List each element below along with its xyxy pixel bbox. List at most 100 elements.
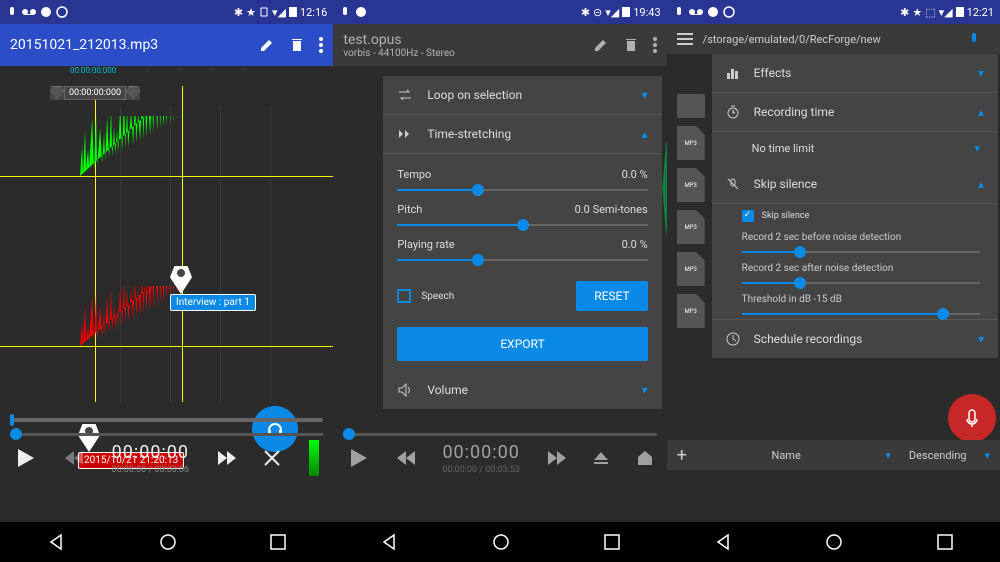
waveform-left-channel[interactable]	[0, 116, 333, 236]
mp3-file[interactable]: MP3	[677, 168, 705, 202]
status-bar: ✱⊝▾◢19:43	[333, 0, 666, 24]
app-bar: test.opus vorbis - 44100Hz - Stereo	[333, 24, 666, 66]
status-bar: ✱★ ▾◢ 12:16	[0, 0, 333, 24]
effects-panel: Loop on selection▾ Time-stretching▴ Temp…	[383, 76, 661, 409]
settings-panel: Effects▾ Recording time▴ No time limit▾ …	[712, 54, 998, 358]
tempo-slider[interactable]	[397, 189, 647, 191]
sort-name[interactable]: Name	[705, 449, 868, 462]
clock: 19:43	[633, 6, 660, 19]
delete-button[interactable]	[623, 37, 639, 53]
play-button[interactable]	[14, 447, 36, 469]
playrate-value: 0.0 %	[622, 238, 648, 251]
hamburger-icon[interactable]	[677, 33, 693, 45]
after-noise-label: Record 2 sec after noise detection	[742, 263, 980, 274]
eject-button[interactable]	[593, 451, 609, 465]
file-sidebar: MP3 MP3 MP3 MP3 MP3	[667, 86, 715, 336]
playrate-label: Playing rate	[397, 238, 454, 251]
android-icon	[40, 6, 52, 18]
file-info: vorbis - 44100Hz - Stereo	[343, 48, 578, 59]
home-button[interactable]	[492, 533, 510, 551]
playback-controls: 00:00:00 00:00:00 / 00:00:06	[0, 434, 333, 482]
volume-row[interactable]: Volume▾	[383, 371, 661, 409]
stretch-row[interactable]: Time-stretching▴	[383, 115, 661, 154]
loop-row[interactable]: Loop on selection▾	[383, 76, 661, 115]
reset-button[interactable]: RESET	[576, 281, 647, 311]
skip-silence-row[interactable]: Skip silence▴	[712, 165, 998, 204]
edit-button[interactable]	[259, 37, 275, 53]
mic-icon	[673, 6, 685, 18]
back-button[interactable]	[47, 533, 65, 551]
recents-button[interactable]	[937, 534, 953, 550]
menu-button[interactable]	[653, 37, 657, 53]
circle-icon	[723, 6, 735, 18]
recents-button[interactable]	[604, 534, 620, 550]
rewind-button[interactable]	[65, 451, 83, 465]
back-button[interactable]	[380, 533, 398, 551]
tempo-label: Tempo	[397, 168, 431, 181]
battery-icon	[622, 7, 630, 17]
export-button[interactable]: EXPORT	[397, 327, 647, 361]
start-marker[interactable]: 00:00:00:000	[50, 86, 140, 100]
close-button[interactable]	[264, 450, 280, 466]
sort-bar: + Name▾ Descending▾	[667, 440, 1000, 470]
speech-checkbox[interactable]	[397, 289, 411, 303]
path-bar: /storage/emulated/0/RecForge/new	[667, 24, 1000, 54]
time-range: 00:00:00 / 00:03:53	[442, 465, 520, 475]
schedule-row[interactable]: Schedule recordings▾	[712, 319, 998, 358]
mp3-file[interactable]: MP3	[677, 210, 705, 244]
playback-controls: 00:00:00 00:00:00 / 00:03:53	[333, 434, 666, 482]
play-button[interactable]	[347, 447, 369, 469]
nav-bar	[667, 522, 1000, 562]
vibrate-icon	[259, 7, 269, 17]
back-button[interactable]	[714, 533, 732, 551]
clock: 12:16	[300, 6, 327, 19]
overview-scrollbar[interactable]	[10, 418, 323, 422]
sort-order[interactable]: Descending	[909, 449, 967, 462]
before-noise-label: Record 2 sec before noise detection	[742, 232, 980, 243]
folder-icon[interactable]	[677, 94, 705, 118]
nav-bar	[333, 522, 666, 562]
home-button[interactable]	[159, 533, 177, 551]
add-button[interactable]: +	[677, 445, 687, 466]
recents-button[interactable]	[270, 534, 286, 550]
waveform-right-channel[interactable]	[0, 286, 333, 406]
mic-button[interactable]	[968, 32, 980, 46]
storage-path: /storage/emulated/0/RecForge/new	[703, 33, 968, 46]
mic-icon	[6, 6, 18, 18]
threshold-slider[interactable]	[742, 313, 980, 315]
mp3-file[interactable]: MP3	[677, 126, 705, 160]
forward-button[interactable]	[218, 451, 236, 465]
file-title: 20151021_212013.mp3	[10, 37, 245, 53]
edit-button[interactable]	[593, 37, 609, 53]
circle-icon	[56, 6, 68, 18]
voicemail-icon	[22, 6, 36, 18]
pitch-slider[interactable]	[397, 224, 647, 226]
time-limit-select[interactable]: No time limit▾	[712, 132, 998, 165]
time-range: 00:00:00 / 00:00:06	[112, 465, 190, 475]
elapsed-time: 00:00:00	[442, 442, 520, 463]
pitch-value: 0.0 Semi-tones	[575, 203, 648, 216]
pitch-label: Pitch	[397, 203, 422, 216]
before-noise-slider[interactable]	[742, 251, 980, 253]
app-bar: 20151021_212013.mp3	[0, 24, 333, 66]
skip-silence-checkbox[interactable]: ✓	[742, 210, 754, 222]
forward-button[interactable]	[548, 451, 566, 465]
after-noise-slider[interactable]	[742, 282, 980, 284]
skip-silence-label: Skip silence	[762, 211, 810, 221]
voicemail-icon	[689, 6, 703, 18]
home-button[interactable]	[637, 450, 653, 466]
home-button[interactable]	[825, 533, 843, 551]
marker-interview[interactable]: Interview : part 1	[170, 266, 256, 311]
mic-icon	[339, 6, 351, 18]
clock: 12:21	[967, 6, 994, 19]
mp3-file[interactable]: MP3	[677, 294, 705, 328]
file-title: test.opus	[343, 32, 401, 48]
rectime-row[interactable]: Recording time▴	[712, 93, 998, 132]
effects-row[interactable]: Effects▾	[712, 54, 998, 93]
delete-button[interactable]	[289, 37, 305, 53]
rewind-button[interactable]	[397, 451, 415, 465]
mp3-file[interactable]: MP3	[677, 252, 705, 286]
playrate-slider[interactable]	[397, 259, 647, 261]
menu-button[interactable]	[319, 37, 323, 53]
record-fab[interactable]	[948, 394, 996, 442]
